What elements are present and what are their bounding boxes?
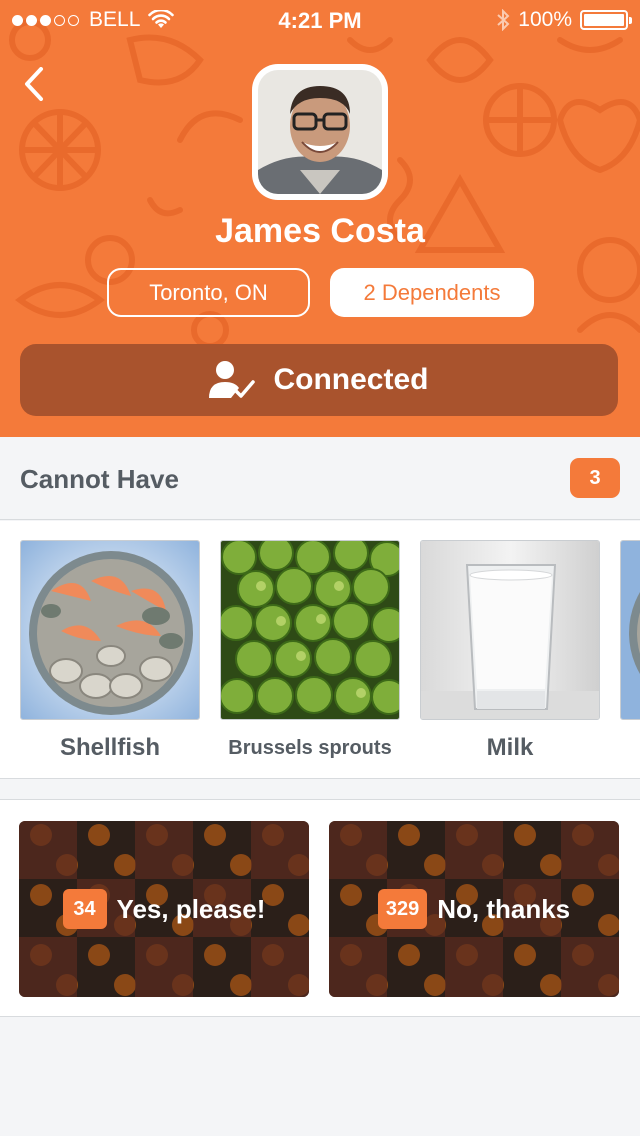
cannot-have-count-badge: 3 bbox=[570, 458, 620, 498]
food-item-shellfish[interactable]: Shellfish bbox=[20, 540, 200, 762]
bluetooth-icon bbox=[497, 9, 510, 31]
shellfish-image bbox=[620, 540, 640, 720]
connected-label: Connected bbox=[273, 363, 429, 396]
food-label: Brussels sprouts bbox=[228, 737, 392, 759]
cannot-have-title: Cannot Have bbox=[20, 464, 179, 494]
cannot-have-header: Cannot Have bbox=[0, 437, 640, 520]
food-item-brussels-sprouts[interactable]: Brussels sprouts bbox=[220, 540, 400, 760]
food-item-partial[interactable] bbox=[620, 540, 640, 720]
food-label: Shellfish bbox=[59, 734, 161, 761]
profile-name: James Costa bbox=[215, 212, 425, 250]
milk-image bbox=[420, 540, 600, 720]
avatar bbox=[252, 64, 388, 200]
status-bar: BELL 4:21 PM 100% bbox=[0, 0, 640, 40]
location-chip[interactable]: Toronto, ON bbox=[107, 268, 310, 317]
profile-header: BELL 4:21 PM 100% James Costa Toronto, O… bbox=[0, 0, 640, 437]
shellfish-image bbox=[20, 540, 200, 720]
connected-button[interactable]: Connected bbox=[20, 344, 618, 416]
yes-please-button[interactable]: 34 Yes, please! bbox=[19, 821, 309, 997]
profile-photo bbox=[258, 70, 382, 194]
yes-count-badge: 34 bbox=[62, 889, 107, 929]
status-right: 100% bbox=[496, 8, 632, 32]
no-label: No, thanks bbox=[437, 893, 571, 924]
user-check-icon bbox=[209, 361, 256, 398]
reaction-panel: 34 Yes, please! 329 No, thanks bbox=[0, 799, 640, 1017]
yes-label: Yes, please! bbox=[116, 893, 266, 924]
food-item-milk[interactable]: Milk bbox=[420, 540, 600, 762]
brussels-sprouts-image bbox=[220, 540, 400, 720]
food-label: Milk bbox=[486, 734, 534, 761]
battery-percent: 100% bbox=[518, 8, 572, 31]
no-thanks-button[interactable]: 329 No, thanks bbox=[329, 821, 619, 997]
back-button[interactable] bbox=[14, 60, 54, 108]
no-count-badge: 329 bbox=[377, 889, 428, 929]
dependents-chip[interactable]: 2 Dependents bbox=[330, 268, 534, 317]
cannot-have-list[interactable]: Shellfish Brussels sprouts Milk bbox=[0, 521, 640, 779]
chevron-left-icon bbox=[25, 67, 43, 101]
battery-icon bbox=[580, 10, 632, 30]
